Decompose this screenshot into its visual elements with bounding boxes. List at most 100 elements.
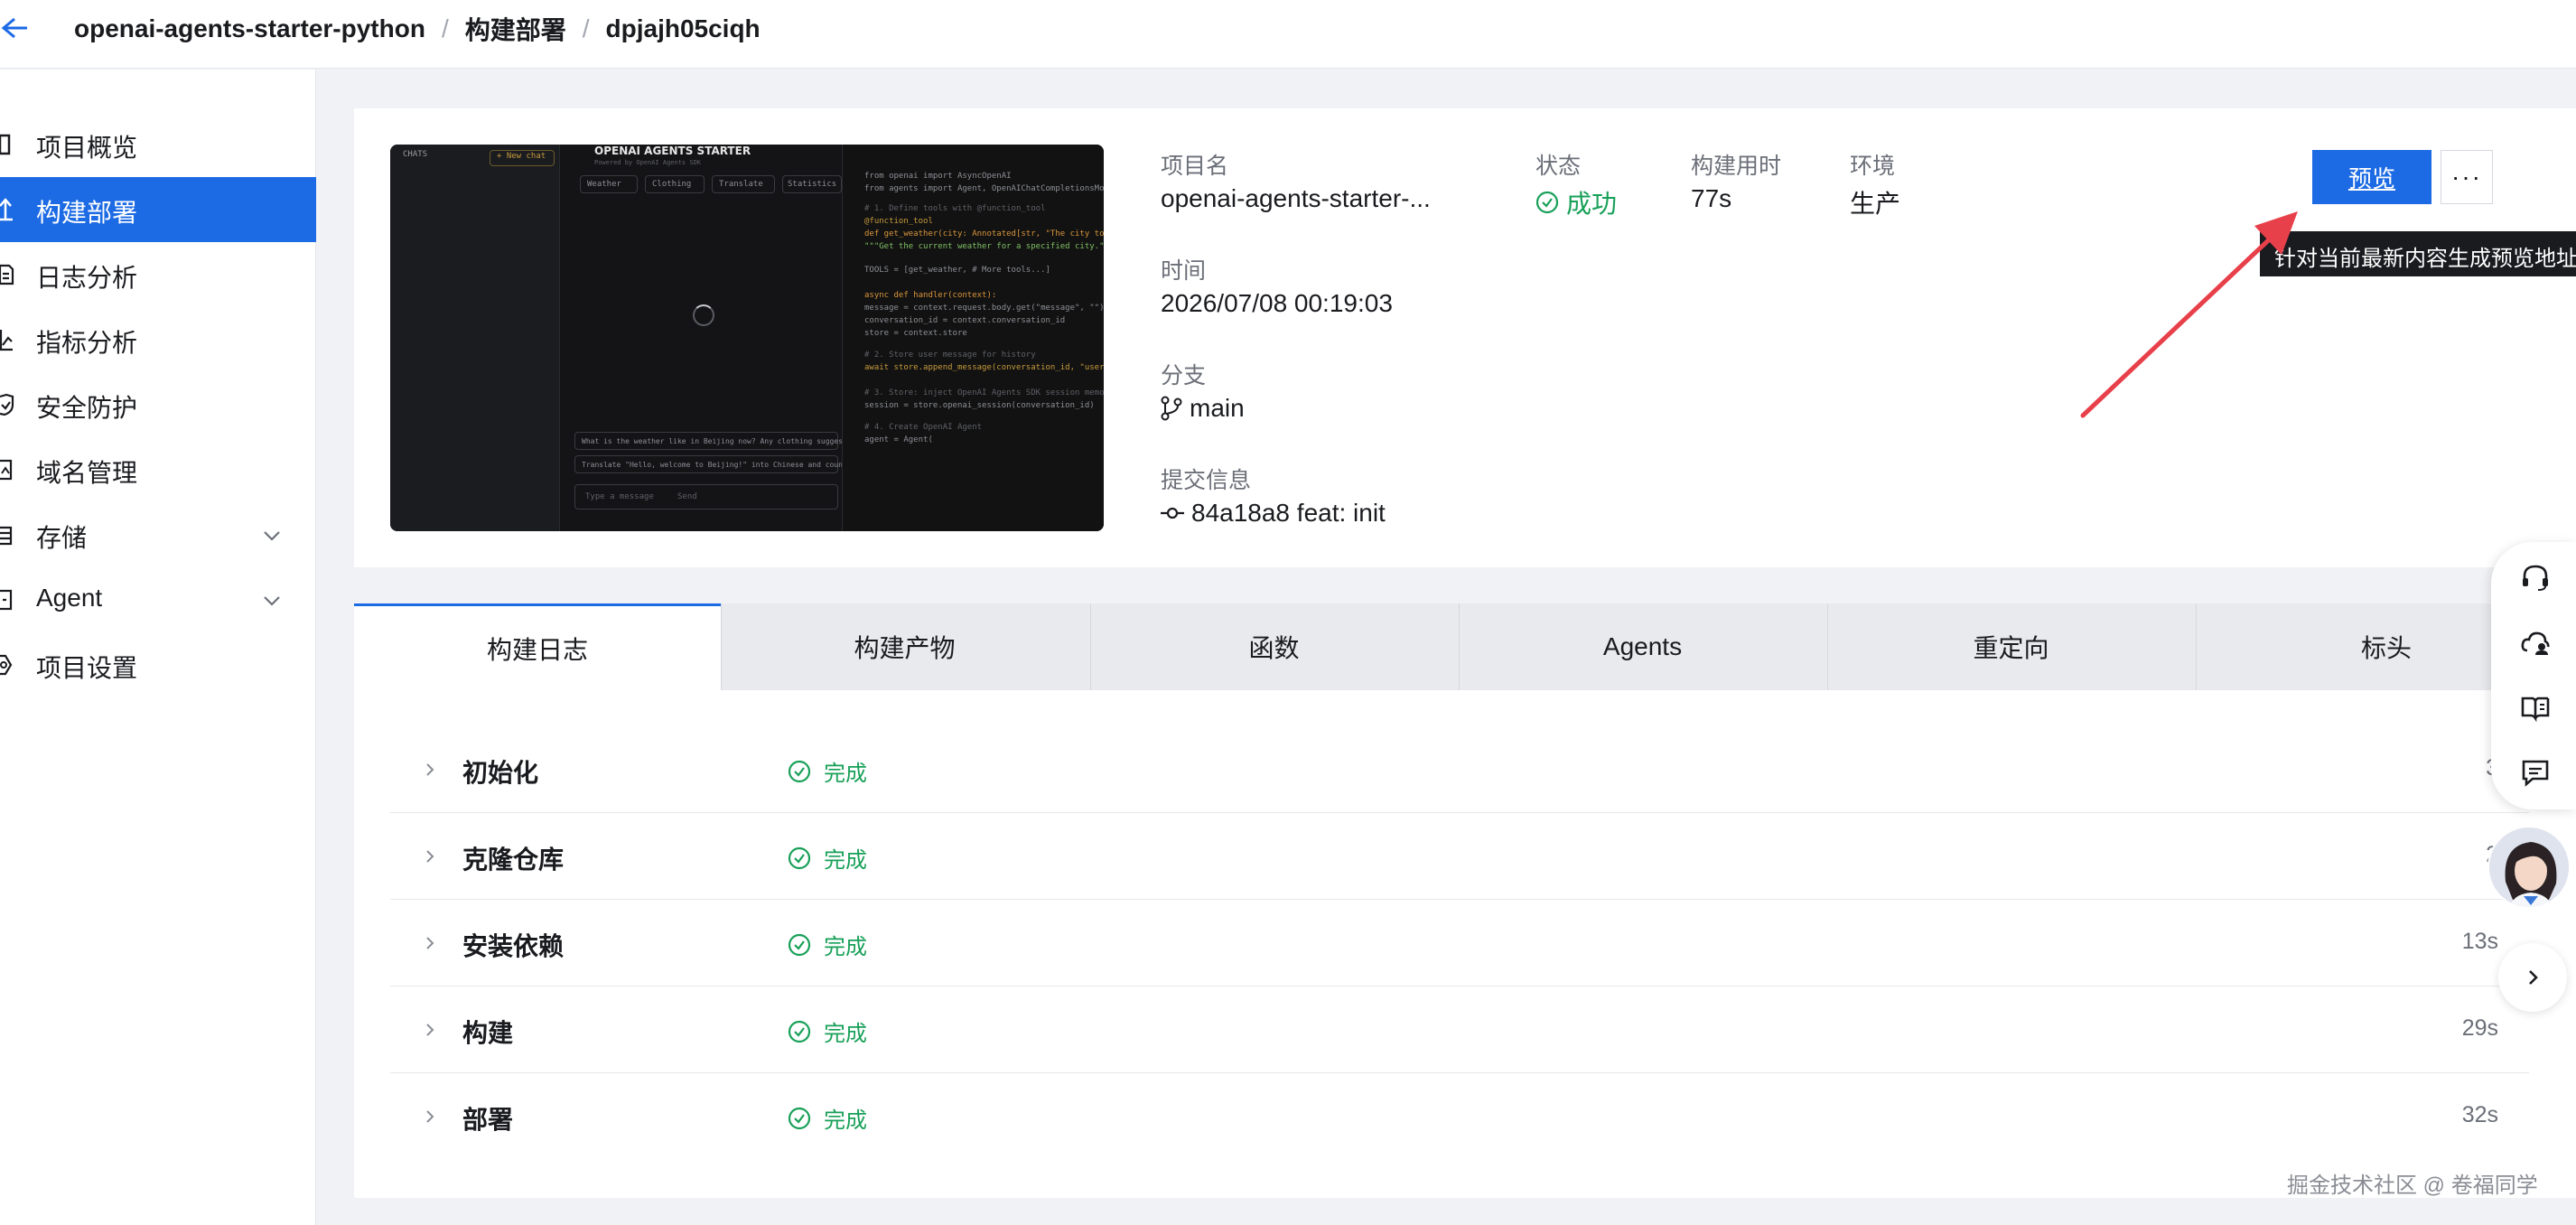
- headset-icon[interactable]: [2520, 562, 2551, 593]
- more-options-button[interactable]: ···: [2441, 150, 2493, 204]
- branch-label: 分支: [1161, 363, 1207, 388]
- log-step-name: 克隆仓库: [462, 846, 565, 874]
- project-name-value: openai-agents-starter-...: [1161, 184, 1431, 212]
- log-step-duration: 13s: [2461, 929, 2498, 954]
- log-step-row[interactable]: 初始化 完成 3: [390, 726, 2529, 813]
- tab-functions[interactable]: 函数: [1090, 603, 1457, 690]
- back-arrow-icon[interactable]: [0, 13, 31, 43]
- status-badge: 成功: [1535, 184, 1617, 220]
- thumbnail-chip-label: Clothing: [652, 180, 692, 189]
- sidebar-item-agent[interactable]: Agent: [0, 567, 316, 632]
- shield-icon: [0, 393, 14, 416]
- code-line: store = context.store: [864, 329, 967, 338]
- settings-icon: [0, 654, 13, 676]
- watermark: 掘金技术社区 @ 卷福同学: [2287, 1174, 2538, 1198]
- chevron-right-icon[interactable]: [423, 934, 437, 952]
- log-step-duration: 32s: [2461, 1102, 2498, 1127]
- branch-value: main: [1190, 394, 1245, 422]
- cloud-user-icon[interactable]: [2520, 627, 2551, 658]
- log-step-row[interactable]: 安装依赖 完成 13s: [390, 900, 2529, 987]
- chevron-right-icon[interactable]: [423, 1108, 437, 1126]
- tab-build-artifacts[interactable]: 构建产物: [721, 603, 1087, 690]
- code-line: @function_tool: [864, 217, 933, 226]
- code-line: from openai import AsyncOpenAI: [864, 172, 1012, 181]
- tab-redirects[interactable]: 重定向: [1827, 603, 2194, 690]
- chevron-down-icon[interactable]: [262, 591, 282, 611]
- check-circle-icon: [788, 760, 811, 782]
- log-step-status: 完成: [788, 1015, 867, 1047]
- code-line: message = context.request.body.get("mess…: [864, 304, 1104, 313]
- expand-toolbar-button[interactable]: [2498, 943, 2567, 1012]
- preview-thumbnail[interactable]: CHATS + New chat OPENAI AGENTS STARTER P…: [390, 145, 1104, 531]
- git-commit-icon: [1161, 507, 1184, 519]
- breadcrumb-section[interactable]: 构建部署: [465, 11, 566, 47]
- thumbnail-chats-label: CHATS: [403, 150, 428, 159]
- branch: main: [1161, 394, 1245, 423]
- sidebar-item-label: 项目设置: [36, 654, 138, 682]
- build-time-label: 构建用时: [1691, 154, 1782, 179]
- sidebar-item-label: 项目概览: [36, 134, 138, 162]
- thumbnail-title: OPENAI AGENTS STARTER: [594, 145, 751, 157]
- sidebar-item-settings[interactable]: 项目设置: [0, 632, 316, 697]
- code-line: conversation_id = context.conversation_i…: [864, 316, 1066, 325]
- log-step-name: 安装依赖: [462, 932, 565, 960]
- sidebar-item-label: 域名管理: [36, 459, 138, 487]
- sidebar-item-domains[interactable]: 域名管理: [0, 437, 316, 502]
- thumbnail-chip-label: Translate: [719, 180, 763, 189]
- log-step-status-text: 完成: [824, 935, 867, 959]
- sidebar: 项目概览 构建部署 日志分析 指标分析 安全防护 域名管理 存储 Agent 项…: [0, 70, 316, 1225]
- log-step-row[interactable]: 克隆仓库 完成 2: [390, 813, 2529, 900]
- build-time-value: 77s: [1691, 184, 1732, 212]
- log-step-status: 完成: [788, 929, 867, 960]
- tab-agents[interactable]: Agents: [1459, 603, 1825, 690]
- code-line: """Get the current weather for a specifi…: [864, 242, 1104, 251]
- log-step-duration: 29s: [2461, 1015, 2498, 1041]
- thumbnail-chip-label: Statistics: [788, 180, 837, 189]
- book-icon[interactable]: [2520, 692, 2551, 723]
- check-circle-icon: [1535, 191, 1559, 214]
- sidebar-item-label: 指标分析: [36, 329, 138, 357]
- chevron-right-icon[interactable]: [423, 847, 437, 865]
- feedback-icon[interactable]: [2520, 757, 2551, 788]
- storage-icon: [0, 526, 13, 546]
- thumbnail-input-placeholder: Type a message: [585, 492, 654, 501]
- chevron-right-icon[interactable]: [423, 761, 437, 779]
- sidebar-item-storage[interactable]: 存储: [0, 502, 316, 567]
- sidebar-item-build-deploy[interactable]: 构建部署: [0, 177, 316, 242]
- preview-button[interactable]: 预览: [2312, 150, 2431, 204]
- assistant-avatar[interactable]: [2487, 826, 2571, 909]
- sidebar-item-metrics[interactable]: 指标分析: [0, 307, 316, 372]
- log-step-row[interactable]: 部署 完成 32s: [390, 1073, 2529, 1160]
- log-step-status: 完成: [788, 755, 867, 787]
- thumbnail-new-chat-label: + New chat: [497, 152, 546, 161]
- check-circle-icon: [788, 933, 811, 956]
- chevron-down-icon[interactable]: [262, 526, 282, 546]
- thumbnail-code-panel: from openai import AsyncOpenAI from agen…: [842, 145, 1104, 531]
- chevron-right-icon[interactable]: [423, 1021, 437, 1039]
- log-step-row[interactable]: 构建 完成 29s: [390, 987, 2529, 1073]
- sidebar-item-label: 安全防护: [36, 394, 138, 422]
- git-branch-icon: [1161, 396, 1182, 421]
- code-line: async def handler(context):: [864, 291, 997, 300]
- status-label: 状态: [1535, 154, 1582, 179]
- breadcrumb-separator: /: [582, 14, 590, 42]
- agent-icon: [0, 589, 13, 611]
- check-circle-icon: [788, 846, 811, 869]
- breadcrumb-project[interactable]: openai-agents-starter-python: [74, 14, 425, 43]
- sidebar-item-logs[interactable]: 日志分析: [0, 242, 316, 307]
- domain-icon: [0, 459, 13, 481]
- code-line: from agents import Agent, OpenAIChatComp…: [864, 184, 1104, 193]
- check-circle-icon: [788, 1107, 811, 1129]
- tab-build-logs[interactable]: 构建日志: [354, 603, 721, 690]
- assistant-avatar-icon: [2489, 828, 2569, 907]
- log-icon: [0, 264, 14, 285]
- check-circle-icon: [788, 1020, 811, 1043]
- sidebar-item-security[interactable]: 安全防护: [0, 372, 316, 437]
- sidebar-item-overview[interactable]: 项目概览: [0, 112, 316, 177]
- log-step-name: 构建: [462, 1019, 514, 1047]
- status-value: 成功: [1566, 190, 1618, 218]
- chart-icon: [0, 330, 13, 351]
- code-line: TOOLS = [get_weather, # More tools...]: [864, 266, 1050, 275]
- environment-label: 环境: [1850, 154, 1896, 179]
- overview-icon: [0, 134, 11, 155]
